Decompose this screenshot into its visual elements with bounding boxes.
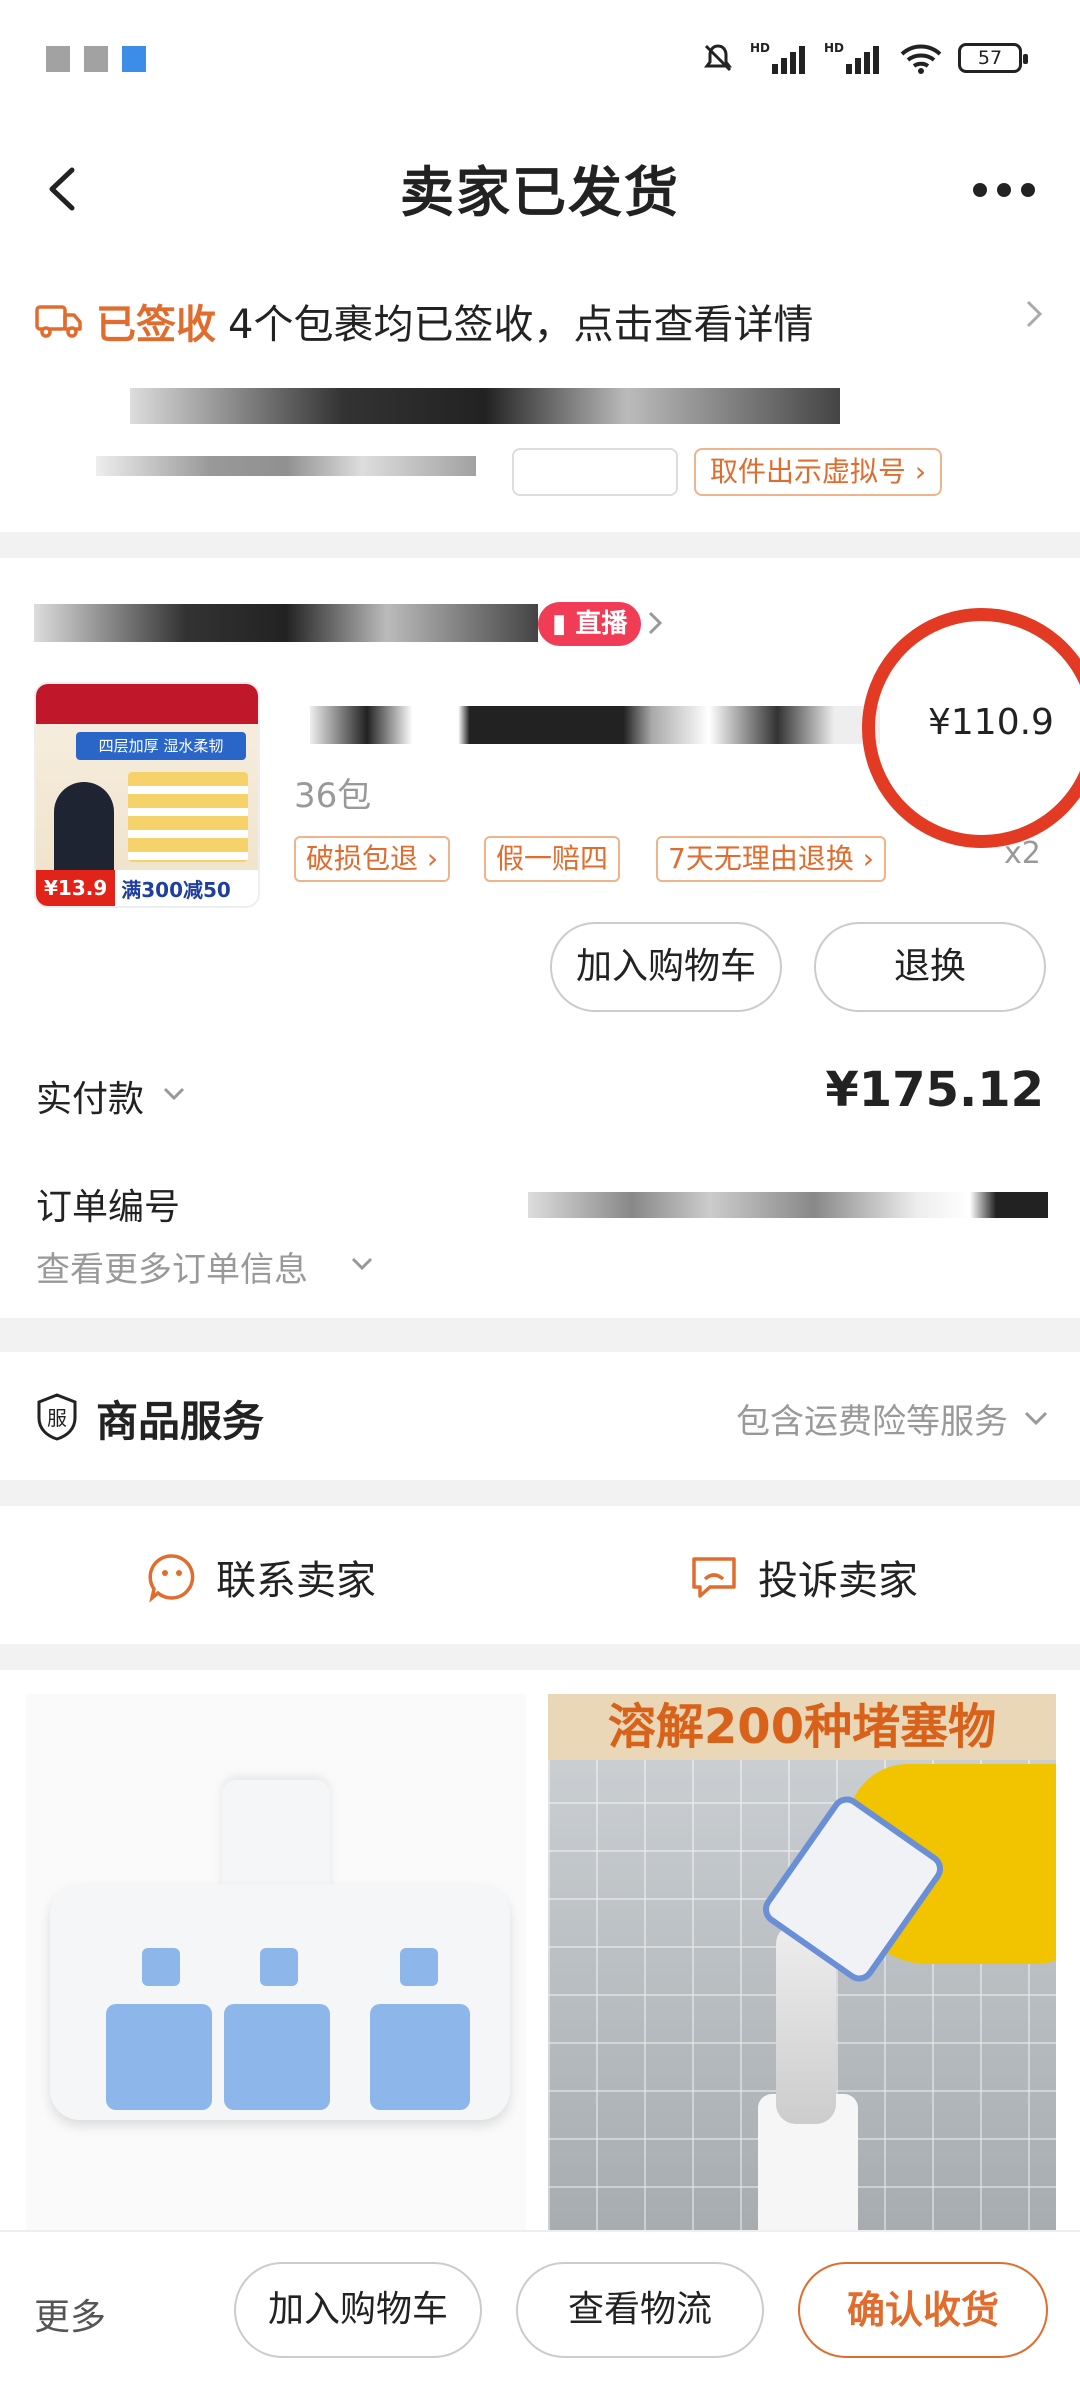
strip-switch <box>260 1948 298 1986</box>
product-image-price-badge: ¥13.9 <box>36 870 116 906</box>
view-logistics-button[interactable]: 查看物流 <box>516 2262 764 2358</box>
order-card: ▮ 直播 四层加厚 湿水柔韧 ¥13.9 满300减50 36包 破损包退 › … <box>0 558 1080 1318</box>
bottom-add-to-cart-button[interactable]: 加入购物车 <box>234 2262 482 2358</box>
paid-amount-label[interactable]: 实付款 <box>36 1070 144 1122</box>
contact-seller-button[interactable]: 联系卖家 <box>146 1548 376 1606</box>
redacted-shop-name[interactable] <box>34 604 538 642</box>
pickup-virtual-number-button[interactable]: 取件出示虚拟号 › <box>694 448 943 496</box>
product-spec: 36包 <box>294 776 372 816</box>
redacted-tracking-info <box>130 388 840 424</box>
shipping-status-description: 4个包裹均已签收，点击查看详情 <box>228 302 814 348</box>
status-bar: HD HD 57 <box>0 0 1080 130</box>
nav-bar: 卖家已发货 <box>0 130 1080 250</box>
add-to-cart-button[interactable]: 加入购物车 <box>550 922 782 1012</box>
page-title: 卖家已发货 <box>400 161 680 224</box>
tag-label: 假一赔四 <box>496 842 609 875</box>
svg-text:服: 服 <box>47 1406 67 1430</box>
chevron-down-icon[interactable] <box>160 1080 188 1108</box>
annotation-circle <box>862 608 1080 848</box>
notification-icon <box>84 46 108 72</box>
complain-seller-button[interactable]: 投诉卖家 <box>688 1548 918 1606</box>
order-number-label: 订单编号 <box>36 1187 181 1228</box>
chat-face-icon <box>148 1554 195 1603</box>
contact-card: 联系卖家 投诉卖家 <box>0 1506 1080 1644</box>
svg-text:HD: HD <box>824 41 844 55</box>
redacted-pickup-code <box>512 448 678 496</box>
chevron-down-icon[interactable] <box>348 1250 376 1278</box>
recommendation-banner: 溶解200种堵塞物 <box>548 1694 1056 1760</box>
product-image-header <box>36 684 258 724</box>
product-image-banner: 四层加厚 湿水柔韧 <box>76 732 246 760</box>
complain-seller-label: 投诉卖家 <box>758 1558 918 1604</box>
strip-socket <box>224 2004 330 2110</box>
truck-icon <box>35 305 82 338</box>
shipping-status-row[interactable]: 已签收 4个包裹均已签收，点击查看详情 <box>34 292 813 350</box>
signal-icon: HD <box>750 41 805 74</box>
paid-amount-value: ¥175.12 <box>825 1062 1044 1118</box>
more-order-info-link[interactable]: 查看更多订单信息 <box>36 1242 308 1291</box>
recommended-product-power-strip[interactable] <box>26 1694 526 2230</box>
bottom-action-bar: 更多 加入购物车 查看物流 确认收货 <box>0 2230 1080 2400</box>
tag-fake-compensation[interactable]: 假一赔四 <box>484 836 621 882</box>
redacted-product-title[interactable] <box>310 706 880 744</box>
pickup-button-label: 取件出示虚拟号 <box>710 455 907 488</box>
notification-icon <box>122 46 146 72</box>
signal-icon: HD <box>824 41 879 74</box>
confirm-receipt-button[interactable]: 确认收货 <box>798 2262 1048 2358</box>
wifi-icon <box>900 44 942 74</box>
strip-switch <box>400 1948 438 1986</box>
product-image[interactable]: 四层加厚 湿水柔韧 ¥13.9 满300减50 <box>34 682 260 908</box>
shipping-status-card[interactable]: 已签收 4个包裹均已签收，点击查看详情 取件出示虚拟号 › <box>0 250 1080 532</box>
tissue-pack <box>128 772 248 862</box>
redacted-tracking-info <box>96 456 476 476</box>
tag-label: 7天无理由退换 <box>668 842 854 875</box>
status-left-icons <box>46 46 146 72</box>
shipping-status-label: 已签收 <box>96 302 216 348</box>
live-badge[interactable]: ▮ 直播 <box>538 602 642 646</box>
tag-damage-refund[interactable]: 破损包退 › <box>294 836 451 882</box>
service-description: 包含运费险等服务 <box>736 1402 1008 1442</box>
more-button[interactable]: 更多 <box>34 2288 106 2340</box>
contact-seller-label: 联系卖家 <box>216 1558 376 1604</box>
svg-text:HD: HD <box>750 41 770 55</box>
product-image-price: ¥13.9 满300减50 <box>36 870 258 906</box>
strip-switch <box>142 1948 180 1986</box>
chevron-right-icon[interactable] <box>1014 294 1054 334</box>
product-image-promo: 满300减50 <box>121 877 231 902</box>
chevron-right-icon[interactable] <box>640 608 670 638</box>
service-title: 商品服务 <box>96 1397 265 1446</box>
product-service-card[interactable]: 服 商品服务 包含运费险等服务 <box>0 1352 1080 1480</box>
shield-service-icon: 服 <box>37 1393 77 1441</box>
notification-icon <box>46 46 70 72</box>
recommendation-grid: 溶解200种堵塞物 <box>0 1670 1080 2230</box>
strip-socket <box>106 2004 212 2110</box>
redacted-order-number <box>528 1192 1048 1218</box>
chevron-down-icon[interactable] <box>1020 1402 1052 1434</box>
mute-bell-icon <box>704 44 732 72</box>
complaint-icon <box>692 1557 736 1598</box>
status-right-icons: HD HD 57 <box>700 40 1028 76</box>
tag-label: 破损包退 <box>306 842 419 875</box>
recommended-product-drain-cleaner[interactable]: 溶解200种堵塞物 <box>548 1694 1056 2230</box>
more-options-icon[interactable] <box>964 160 1044 220</box>
return-exchange-button[interactable]: 退换 <box>814 922 1046 1012</box>
strip-usb-panel <box>370 2004 470 2110</box>
live-badge-label: 直播 <box>575 609 628 639</box>
battery-indicator: 57 <box>958 43 1028 73</box>
live-bars-icon: ▮ <box>552 609 576 639</box>
tag-7day-return[interactable]: 7天无理由退换 › <box>656 836 886 882</box>
